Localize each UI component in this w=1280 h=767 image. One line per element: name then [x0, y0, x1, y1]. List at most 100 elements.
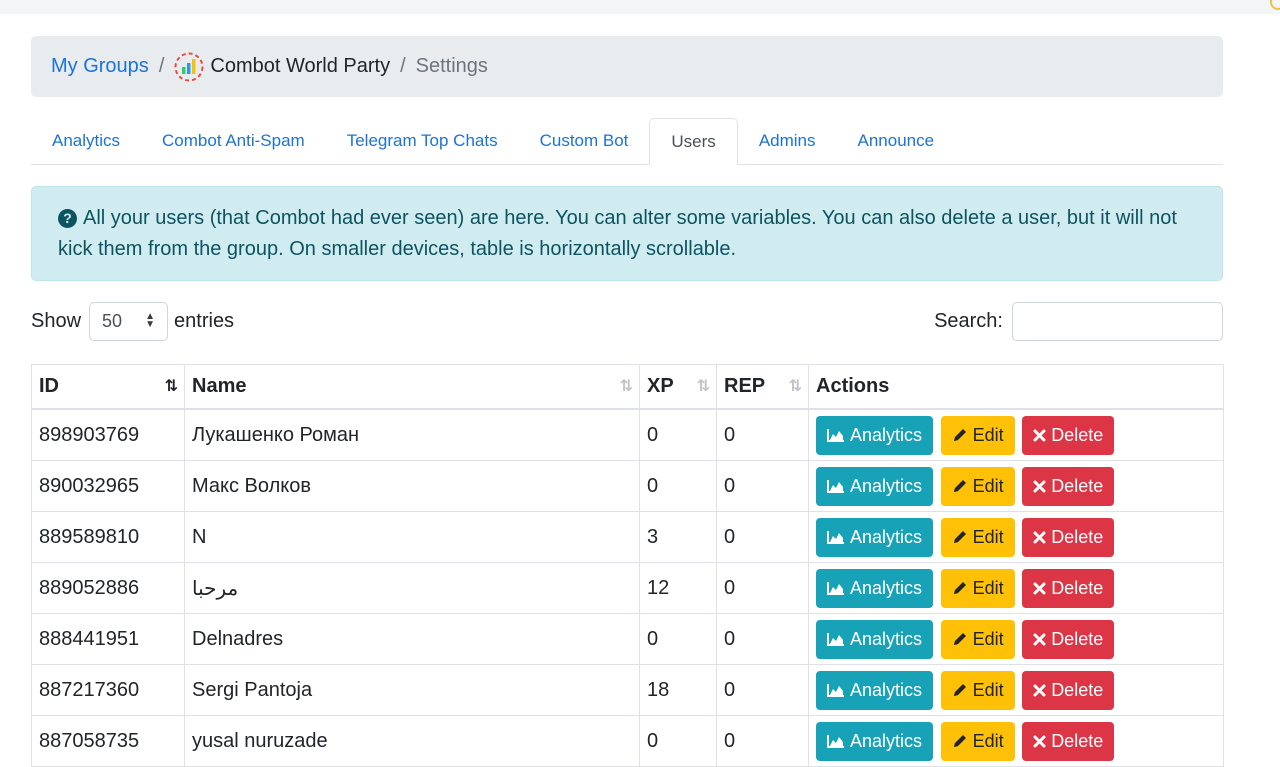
delete-button-label: Delete: [1051, 628, 1104, 649]
cell-id: 890032965: [31, 460, 185, 512]
sort-icon: ⇅: [696, 378, 711, 395]
cell-name: Delnadres: [184, 613, 640, 665]
delete-button-label: Delete: [1051, 577, 1104, 598]
search-input[interactable]: [1012, 301, 1223, 341]
cell-rep: 0: [716, 511, 809, 563]
analytics-button[interactable]: Analytics: [816, 619, 934, 659]
cell-actions: Analytics Edit Delete: [808, 715, 1224, 767]
analytics-button[interactable]: Analytics: [816, 670, 934, 710]
cell-actions: Analytics Edit Delete: [808, 562, 1224, 614]
analytics-button[interactable]: Analytics: [816, 721, 934, 761]
cell-id: 888441951: [31, 613, 185, 665]
tab-combot-anti-spam[interactable]: Combot Anti-Spam: [141, 118, 326, 164]
page-container: My Groups / Combot World Party / Setting…: [31, 36, 1224, 767]
column-header-id-label: ID: [39, 375, 59, 397]
sort-icon: ⇅: [788, 378, 803, 395]
delete-button[interactable]: Delete: [1022, 466, 1115, 506]
close-icon: [1033, 582, 1046, 594]
tab-telegram-top-chats[interactable]: Telegram Top Chats: [326, 118, 519, 164]
analytics-button-label: Analytics: [850, 679, 923, 700]
column-header-actions: Actions: [808, 364, 1224, 410]
show-label: Show: [31, 309, 82, 332]
column-header-id[interactable]: ID ⇅: [31, 364, 185, 410]
breadcrumb-group-name: Combot World Party: [210, 55, 391, 77]
close-icon: [1033, 429, 1046, 441]
cell-actions: Analytics Edit Delete: [808, 511, 1224, 563]
table-row: 888441951 Delnadres 0 0 Analytics Edit D…: [31, 613, 1224, 665]
edit-button-label: Edit: [972, 679, 1004, 700]
edit-button[interactable]: Edit: [940, 415, 1015, 455]
table-row: 890032965 Макс Волков 0 0 Analytics Edit…: [31, 460, 1224, 512]
area-chart-icon: [827, 429, 844, 442]
analytics-button[interactable]: Analytics: [816, 466, 934, 506]
entries-control: Show 50 ▲ ▼ entries: [31, 301, 234, 341]
table-row: 887058735 yusal nuruzade 0 0 Analytics E…: [31, 715, 1224, 767]
analytics-button[interactable]: Analytics: [816, 415, 934, 455]
column-header-rep[interactable]: REP ⇅: [716, 364, 809, 410]
area-chart-icon: [827, 684, 844, 697]
delete-button-label: Delete: [1051, 679, 1104, 700]
pencil-icon: [953, 735, 966, 747]
cell-name: N: [184, 511, 640, 563]
tab-custom-bot[interactable]: Custom Bot: [519, 118, 650, 164]
pencil-icon: [953, 480, 966, 492]
area-chart-icon: [827, 582, 844, 595]
tab-announce[interactable]: Announce: [837, 118, 956, 164]
cell-rep: 0: [716, 408, 809, 461]
delete-button[interactable]: Delete: [1022, 517, 1115, 557]
edit-button-label: Edit: [972, 424, 1004, 445]
delete-button-label: Delete: [1051, 424, 1104, 445]
cell-actions: Analytics Edit Delete: [808, 613, 1224, 665]
cell-id: 889589810: [31, 511, 185, 563]
group-logo-icon: [174, 52, 204, 81]
column-header-name[interactable]: Name ⇅: [184, 364, 640, 410]
area-chart-icon: [827, 480, 844, 493]
edit-button[interactable]: Edit: [940, 619, 1015, 659]
sort-desc-icon: ⇅: [164, 378, 179, 395]
cell-id: 887217360: [31, 664, 185, 716]
close-icon: [1033, 735, 1046, 747]
delete-button-label: Delete: [1051, 730, 1104, 751]
analytics-button[interactable]: Analytics: [816, 568, 934, 608]
edit-button-label: Edit: [972, 526, 1004, 547]
tab-analytics[interactable]: Analytics: [31, 118, 141, 164]
delete-button[interactable]: Delete: [1022, 670, 1115, 710]
cell-rep: 0: [716, 613, 809, 665]
search-label: Search:: [934, 309, 1003, 332]
delete-button[interactable]: Delete: [1022, 619, 1115, 659]
analytics-button-label: Analytics: [850, 577, 923, 598]
cell-id: 898903769: [31, 408, 185, 461]
edit-button[interactable]: Edit: [940, 721, 1015, 761]
analytics-button[interactable]: Analytics: [816, 517, 934, 557]
tab-users[interactable]: Users: [649, 118, 738, 165]
browser-top-strip: [0, 0, 1280, 14]
edit-button[interactable]: Edit: [940, 466, 1015, 506]
cell-xp: 0: [639, 613, 717, 665]
breadcrumb: My Groups / Combot World Party / Setting…: [31, 36, 1223, 97]
pencil-icon: [953, 633, 966, 645]
edit-button[interactable]: Edit: [940, 670, 1015, 710]
close-icon: [1033, 633, 1046, 645]
edit-button[interactable]: Edit: [940, 568, 1015, 608]
delete-button[interactable]: Delete: [1022, 568, 1115, 608]
pencil-icon: [953, 531, 966, 543]
edit-button-label: Edit: [972, 730, 1004, 751]
analytics-button-label: Analytics: [850, 475, 923, 496]
edit-button[interactable]: Edit: [940, 517, 1015, 557]
table-header-row: ID ⇅ Name ⇅ XP ⇅ REP ⇅ Actions: [31, 364, 1224, 410]
cell-name: مرحبا: [184, 562, 640, 614]
tab-admins[interactable]: Admins: [738, 118, 837, 164]
users-table-body: 898903769 Лукашенко Роман 0 0 Analytics …: [31, 408, 1224, 767]
delete-button[interactable]: Delete: [1022, 415, 1115, 455]
entries-select[interactable]: 50 ▲ ▼: [89, 301, 169, 341]
cell-rep: 0: [716, 562, 809, 614]
breadcrumb-my-groups-link[interactable]: My Groups: [51, 55, 149, 78]
delete-button[interactable]: Delete: [1022, 721, 1115, 761]
table-row: 889589810 N 3 0 Analytics Edit Delete: [31, 511, 1224, 563]
breadcrumb-group[interactable]: Combot World Party: [174, 52, 390, 82]
column-header-xp[interactable]: XP ⇅: [639, 364, 717, 410]
cell-actions: Analytics Edit Delete: [808, 408, 1224, 461]
breadcrumb-separator: /: [158, 55, 165, 77]
cell-xp: 0: [639, 460, 717, 512]
breadcrumb-separator: /: [400, 55, 406, 77]
